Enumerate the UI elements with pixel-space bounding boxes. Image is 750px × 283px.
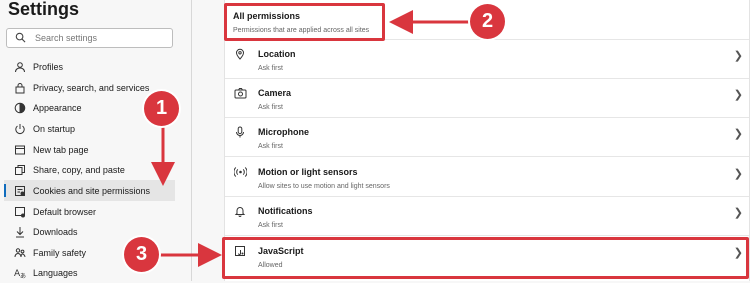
annotation-badge-2: 2 (470, 4, 505, 39)
annotation-badge-1: 1 (144, 91, 179, 126)
annotation-badge-3: 3 (124, 237, 159, 272)
annotation-arrows (151, 10, 470, 267)
